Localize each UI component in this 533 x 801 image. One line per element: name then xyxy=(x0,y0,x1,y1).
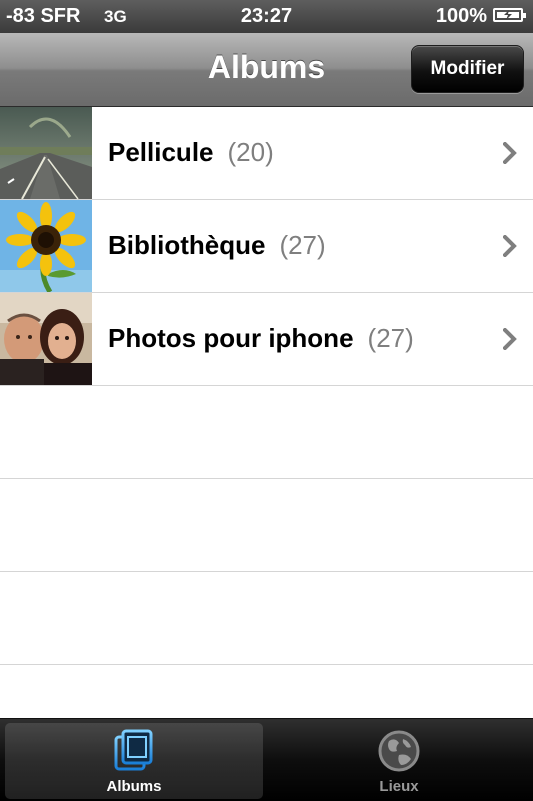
tab-places[interactable]: Lieux xyxy=(270,723,528,799)
battery-charging-icon xyxy=(493,8,526,22)
tab-albums[interactable]: Albums xyxy=(5,723,263,799)
album-row-photos-for-iphone[interactable]: Photos pour iphone (27) xyxy=(0,293,533,386)
empty-row xyxy=(0,386,533,479)
couple-selfie-thumbnail xyxy=(0,293,92,385)
tab-bar: Albums Lieux xyxy=(0,718,533,801)
chevron-right-icon xyxy=(503,142,517,164)
album-title: Pellicule (20) xyxy=(108,137,274,168)
album-title: Photos pour iphone (27) xyxy=(108,323,414,354)
album-row-library[interactable]: Bibliothèque (27) xyxy=(0,200,533,293)
sunflower-thumbnail xyxy=(0,200,92,292)
battery-percent: 100% xyxy=(435,5,487,27)
status-bar: -83 SFR 3G 23:27 100% xyxy=(0,0,533,33)
album-name: Photos pour iphone xyxy=(108,323,354,353)
album-count: (27) xyxy=(367,323,414,353)
album-count: (27) xyxy=(279,230,326,260)
empty-row xyxy=(0,479,533,572)
albums-icon xyxy=(114,729,153,771)
globe-icon xyxy=(378,730,420,772)
album-list: Pellicule (20) Bibliothèque (27) Photos … xyxy=(0,107,533,665)
album-count: (20) xyxy=(227,137,274,167)
navigation-bar: Albums Modifier xyxy=(0,33,533,107)
album-name: Bibliothèque xyxy=(108,230,266,260)
album-row-camera-roll[interactable]: Pellicule (20) xyxy=(0,107,533,200)
road-rainbow-thumbnail xyxy=(0,107,92,199)
tab-label: Albums xyxy=(106,778,162,795)
tab-label: Lieux xyxy=(379,778,419,795)
album-name: Pellicule xyxy=(108,137,214,167)
empty-row xyxy=(0,572,533,665)
chevron-right-icon xyxy=(503,235,517,257)
album-title: Bibliothèque (27) xyxy=(108,230,326,261)
chevron-right-icon xyxy=(503,328,517,350)
edit-button[interactable]: Modifier xyxy=(411,45,524,93)
